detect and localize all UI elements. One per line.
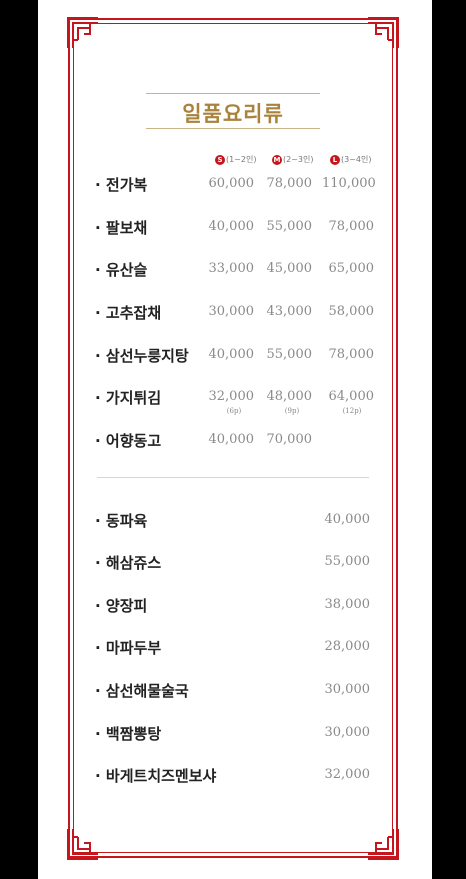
section-divider [97, 477, 369, 478]
size-badge-m: M [272, 154, 282, 165]
dish-name: · 양장피 [95, 597, 148, 615]
price: 38,000 [324, 597, 371, 612]
dish-name: · 동파육 [95, 512, 148, 530]
menu-row: · 마파두부 28,000 [0, 637, 466, 661]
price-small: 32,000 [208, 389, 255, 404]
size-header-large: L (3~4인) [330, 154, 372, 165]
size-header-label: (3~4인) [341, 155, 372, 164]
section-title: 일품요리류 [182, 102, 284, 126]
price-small: 40,000 [208, 432, 255, 447]
menu-row: · 동파육 40,000 [0, 510, 466, 534]
dish-name: · 마파두부 [95, 639, 162, 657]
price-medium: 45,000 [266, 261, 313, 276]
price: 55,000 [324, 554, 371, 569]
size-badge-l: L [330, 154, 340, 165]
size-header-medium: M (2~3인) [272, 154, 314, 165]
price-small: 33,000 [208, 261, 255, 276]
corner-ornament-icon [366, 16, 400, 50]
price-small: 40,000 [208, 347, 255, 362]
dish-name: · 해삼쥬스 [95, 554, 162, 572]
dish-name: · 유산슬 [95, 261, 148, 279]
dish-name: · 바게트치즈멘보샤 [95, 767, 217, 785]
price-medium: 55,000 [266, 347, 313, 362]
title-rule-bottom [146, 128, 320, 129]
size-header-label: (1~2인) [226, 155, 257, 164]
price-medium: 48,000 [266, 389, 313, 404]
price: 30,000 [324, 725, 371, 740]
price-large: 58,000 [328, 304, 375, 319]
menu-row: · 바게트치즈멘보샤 32,000 [0, 765, 466, 789]
menu-row: · 양장피 38,000 [0, 595, 466, 619]
price-medium: 70,000 [266, 432, 313, 447]
price-large: 64,000 [328, 389, 375, 404]
dish-name: · 삼선해물술국 [95, 682, 189, 700]
menu-row: · 전가복 60,000 78,000 110,000 [0, 174, 466, 198]
dish-name: · 어향동고 [95, 432, 162, 450]
corner-ornament-icon [366, 827, 400, 861]
dish-name: · 팔보채 [95, 219, 148, 237]
price: 30,000 [324, 682, 371, 697]
menu-row: · 가지튀김 32,000 48,000 64,000 (6p) (9p) (1… [0, 387, 466, 421]
menu-row: · 유산슬 33,000 45,000 65,000 [0, 259, 466, 283]
price: 32,000 [324, 767, 371, 782]
menu-row: · 삼선해물술국 30,000 [0, 680, 466, 704]
price-small: 40,000 [208, 219, 255, 234]
price-medium: 78,000 [266, 176, 313, 191]
dish-name: · 가지튀김 [95, 389, 162, 407]
price-medium: 55,000 [266, 219, 313, 234]
dish-name: · 고추잡채 [95, 304, 162, 322]
price: 28,000 [324, 639, 371, 654]
corner-ornament-icon [66, 16, 100, 50]
menu-row: · 어향동고 40,000 70,000 [0, 430, 466, 454]
price-large: 110,000 [322, 176, 376, 191]
price-large: 78,000 [328, 219, 375, 234]
price-large: 65,000 [328, 261, 375, 276]
menu-row: · 고추잡채 30,000 43,000 58,000 [0, 302, 466, 326]
dish-name: · 전가복 [95, 176, 148, 194]
price: 40,000 [324, 512, 371, 527]
corner-ornament-icon [66, 827, 100, 861]
menu-row: · 팔보채 40,000 55,000 78,000 [0, 217, 466, 241]
menu-row: · 백짬뽕탕 30,000 [0, 723, 466, 747]
dish-name: · 삼선누룽지탕 [95, 347, 189, 365]
title-rule-top [146, 93, 320, 94]
size-header-label: (2~3인) [283, 155, 314, 164]
dish-name: · 백짬뽕탕 [95, 725, 162, 743]
price-medium: 43,000 [266, 304, 313, 319]
menu-row: · 해삼쥬스 55,000 [0, 552, 466, 576]
menu-row: · 삼선누룽지탕 40,000 55,000 78,000 [0, 345, 466, 369]
price-small: 30,000 [208, 304, 255, 319]
piece-count-large: (12p) [342, 407, 362, 415]
piece-count-small: (6p) [226, 407, 242, 415]
price-large: 78,000 [328, 347, 375, 362]
size-badge-s: S [215, 154, 225, 165]
section-title-block: 일품요리류 [146, 93, 320, 129]
price-small: 60,000 [208, 176, 255, 191]
size-header-small: S (1~2인) [215, 154, 257, 165]
piece-count-medium: (9p) [284, 407, 300, 415]
